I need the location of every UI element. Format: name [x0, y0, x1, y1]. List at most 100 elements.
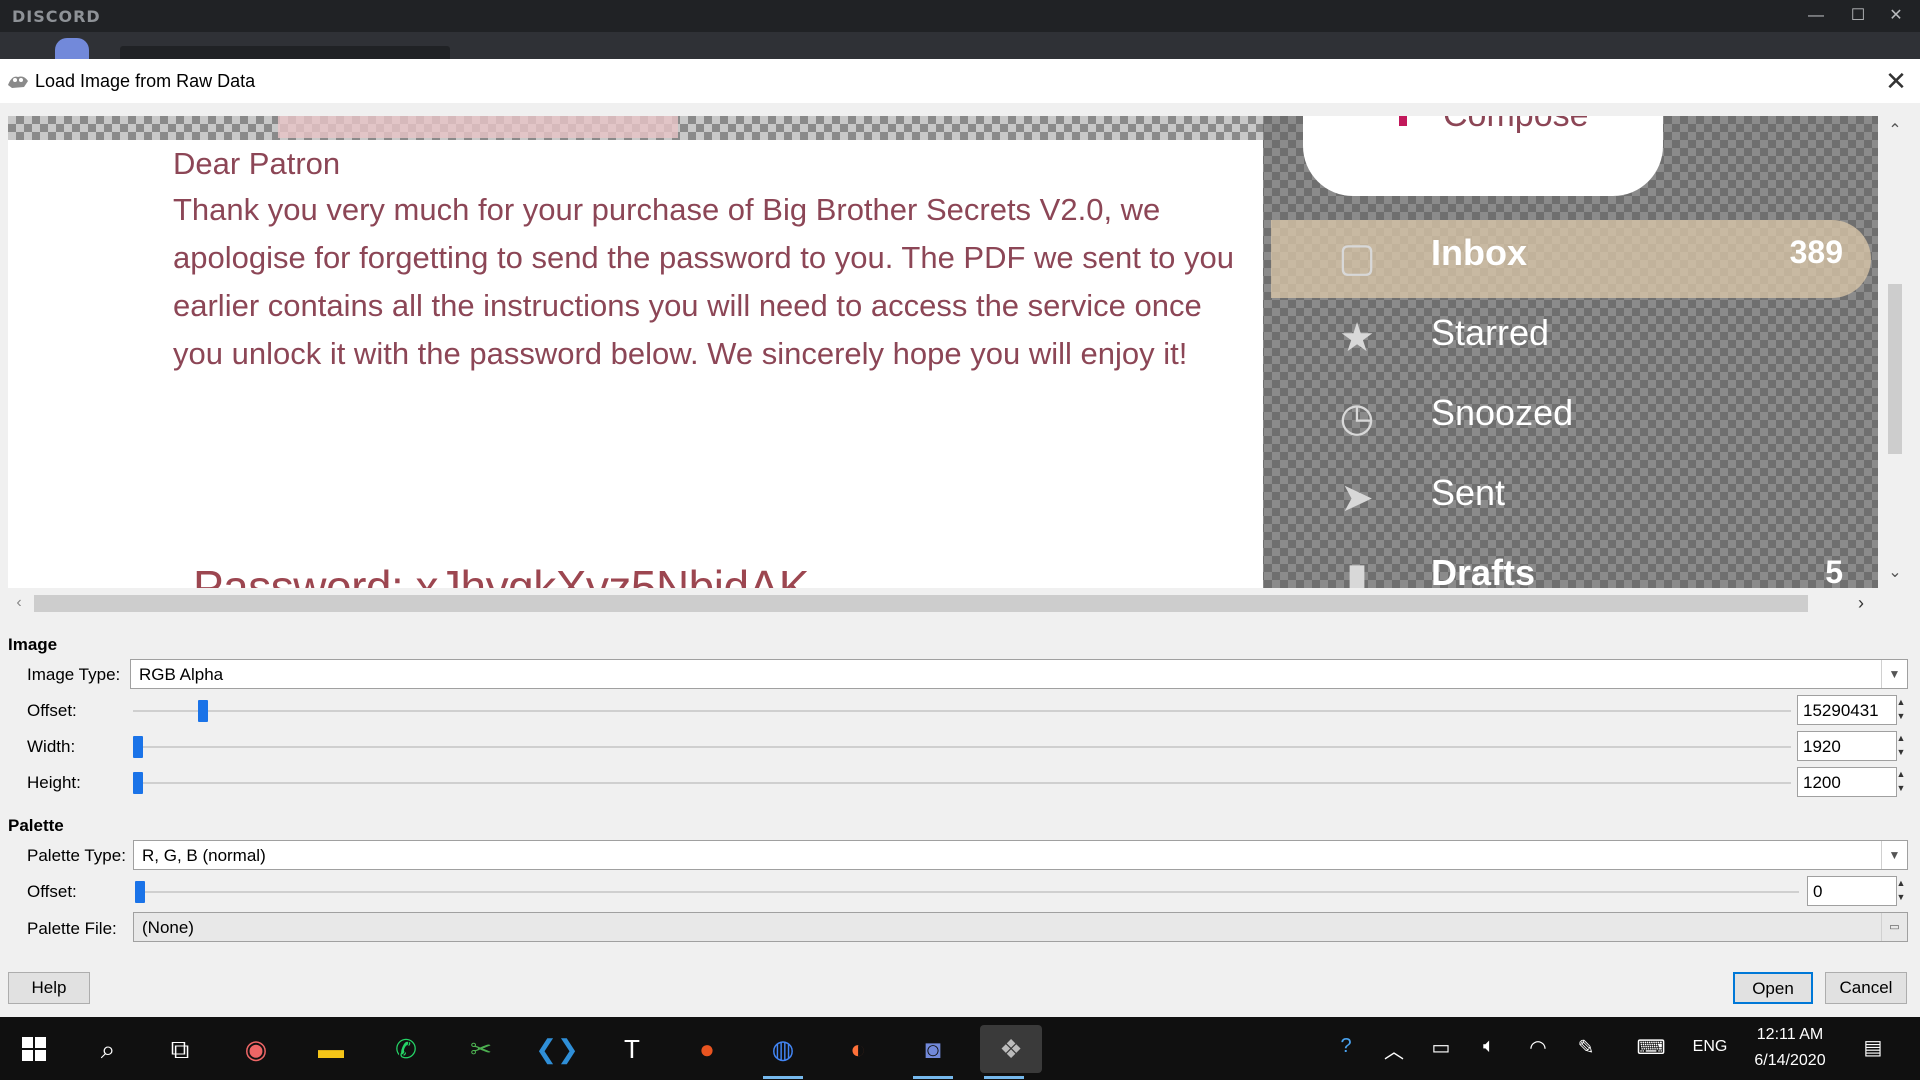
discord-home-icon[interactable]: [55, 38, 89, 59]
chevron-up-icon[interactable]: ︿: [1382, 1035, 1406, 1064]
palette-offset-slider-handle[interactable]: [135, 881, 145, 903]
snipping-tool-icon[interactable]: ✂: [457, 1025, 505, 1073]
cancel-button[interactable]: Cancel: [1825, 972, 1907, 1004]
horizontal-scroll-thumb[interactable]: [34, 595, 1808, 612]
nav-label: Drafts: [1431, 552, 1536, 588]
folder-icon[interactable]: ▭: [1881, 913, 1907, 941]
open-button[interactable]: Open: [1733, 972, 1813, 1004]
scroll-right-icon[interactable]: ›: [1848, 591, 1874, 615]
nav-label: Starred: [1431, 312, 1550, 353]
palette-file-value: (None): [142, 918, 194, 937]
clock-icon: ◷: [1339, 396, 1375, 440]
search-icon[interactable]: ⌕: [84, 1025, 132, 1073]
height-spinbox[interactable]: 1200: [1797, 767, 1897, 797]
chrome-icon[interactable]: ◍: [759, 1025, 807, 1079]
discord-icon[interactable]: ◙: [909, 1025, 957, 1079]
windows-start-icon[interactable]: [22, 1037, 46, 1061]
discord-logo: DISCORD: [12, 7, 101, 26]
palette-offset-spinbox[interactable]: 0: [1807, 876, 1897, 906]
vertical-scrollbar[interactable]: ⌃ ⌄: [1880, 116, 1910, 588]
nav-item-drafts: ▮ Drafts 5: [1263, 538, 1878, 588]
width-slider[interactable]: [133, 746, 1791, 748]
keyboard-icon[interactable]: ⌨: [1633, 1035, 1669, 1060]
spin-arrows-icon[interactable]: ▲ ▼: [1893, 876, 1909, 906]
wifi-icon[interactable]: ◠: [1524, 1035, 1552, 1060]
offset-slider-handle[interactable]: [198, 700, 208, 722]
pen-icon[interactable]: ✎: [1572, 1035, 1600, 1060]
compose-plus-icon: [1399, 116, 1407, 126]
height-label: Height:: [27, 773, 81, 792]
discord-titlebar: DISCORD — ☐ ✕: [0, 0, 1920, 32]
palette-file-chooser[interactable]: (None) ▭: [133, 912, 1908, 942]
gimp-icon[interactable]: ❖: [980, 1025, 1042, 1079]
help-tray-icon[interactable]: ?: [1330, 1035, 1362, 1058]
image-type-select[interactable]: RGB Alpha ▼: [130, 659, 1908, 689]
height-slider-handle[interactable]: [133, 772, 143, 794]
palette-type-select[interactable]: R, G, B (normal) ▼: [133, 840, 1908, 870]
media-player-icon[interactable]: ◉: [232, 1025, 280, 1073]
close-window-button[interactable]: ✕: [1878, 4, 1914, 28]
horizontal-scrollbar[interactable]: ‹ ›: [8, 591, 1878, 615]
offset-label: Offset:: [27, 701, 77, 720]
vscode-icon[interactable]: ❮❯: [533, 1025, 581, 1073]
spin-arrows-icon[interactable]: ▲ ▼: [1893, 731, 1909, 761]
scroll-left-icon[interactable]: ‹: [8, 591, 30, 615]
compose-button: Compose: [1303, 116, 1663, 196]
offset-spinbox[interactable]: 15290431: [1797, 695, 1897, 725]
spin-arrows-icon[interactable]: ▲ ▼: [1893, 767, 1909, 797]
chevron-down-icon[interactable]: ▼: [1881, 841, 1907, 869]
typora-icon[interactable]: T: [608, 1025, 656, 1073]
image-type-label: Image Type:: [27, 665, 121, 684]
star-icon: ★: [1339, 316, 1375, 360]
gimp-icon: [8, 76, 28, 88]
volume-icon[interactable]: 🔈︎: [1475, 1035, 1503, 1058]
height-value: 1200: [1803, 773, 1841, 792]
minimize-button[interactable]: —: [1798, 4, 1834, 28]
ubuntu-icon[interactable]: ●: [683, 1025, 731, 1073]
task-view-icon[interactable]: ⧉: [156, 1025, 204, 1073]
language-indicator[interactable]: ENG: [1688, 1038, 1732, 1056]
scroll-up-icon[interactable]: ⌃: [1880, 116, 1910, 146]
nav-item-snoozed: ◷ Snoozed: [1263, 378, 1878, 458]
spin-arrows-icon[interactable]: ▲ ▼: [1893, 695, 1909, 725]
scroll-down-icon[interactable]: ⌄: [1880, 558, 1910, 588]
gmail-sidebar-image: Compose ▢ Inbox 389 ★ Starred ◷ Snoozed …: [1263, 116, 1878, 588]
offset-value: 15290431: [1803, 701, 1879, 720]
letter-greeting: Dear Patron: [173, 146, 341, 181]
width-spinbox[interactable]: 1920: [1797, 731, 1897, 761]
help-button[interactable]: Help: [8, 972, 90, 1004]
close-icon[interactable]: ✕: [1880, 65, 1912, 97]
palette-type-label: Palette Type:: [27, 846, 126, 865]
load-raw-dialog: Load Image from Raw Data ✕ Dear Patron T…: [0, 59, 1920, 1017]
offset-slider[interactable]: [133, 710, 1791, 712]
firefox-icon[interactable]: ◐: [834, 1025, 882, 1073]
battery-icon[interactable]: ▭: [1427, 1035, 1455, 1060]
width-label: Width:: [27, 737, 76, 756]
palette-type-value: R, G, B (normal): [142, 846, 266, 865]
whatsapp-icon[interactable]: ✆: [382, 1025, 430, 1073]
palette-file-label: Palette File:: [27, 919, 117, 938]
file-explorer-icon[interactable]: ▬: [307, 1025, 355, 1073]
width-slider-handle[interactable]: [133, 736, 143, 758]
notification-icon[interactable]: ▤: [1858, 1035, 1888, 1060]
clock-time[interactable]: 12:11 AM: [1740, 1026, 1840, 1044]
compose-label: Compose: [1443, 116, 1589, 135]
taskbar: ⌕ ⧉ ◉ ▬ ✆ ✂ ❮❯ T ● ◍ ◐ ◙ ❖ ? ︿ ▭ 🔈︎ ◠ ✎ …: [0, 1017, 1920, 1080]
draft-icon: ▮: [1345, 556, 1368, 588]
clock-date[interactable]: 6/14/2020: [1740, 1052, 1840, 1070]
dialog-titlebar: Load Image from Raw Data ✕: [0, 59, 1920, 103]
palette-offset-slider[interactable]: [135, 891, 1799, 893]
height-slider[interactable]: [133, 782, 1791, 784]
nav-item-sent: ➤ Sent: [1263, 458, 1878, 538]
discord-search[interactable]: [120, 46, 450, 59]
dialog-title: Load Image from Raw Data: [35, 71, 256, 91]
palette-section-title: Palette: [8, 816, 64, 835]
letter-decoration: [278, 116, 678, 138]
vertical-scroll-thumb[interactable]: [1888, 284, 1902, 454]
nav-item-inbox: ▢ Inbox 389: [1263, 218, 1878, 298]
image-section-title: Image: [8, 635, 58, 654]
send-icon: ➤: [1340, 476, 1374, 520]
maximize-button[interactable]: ☐: [1840, 4, 1876, 28]
letter-password: Password: xJhygkXyz5NbjdAK: [193, 561, 809, 588]
chevron-down-icon[interactable]: ▼: [1881, 660, 1907, 688]
